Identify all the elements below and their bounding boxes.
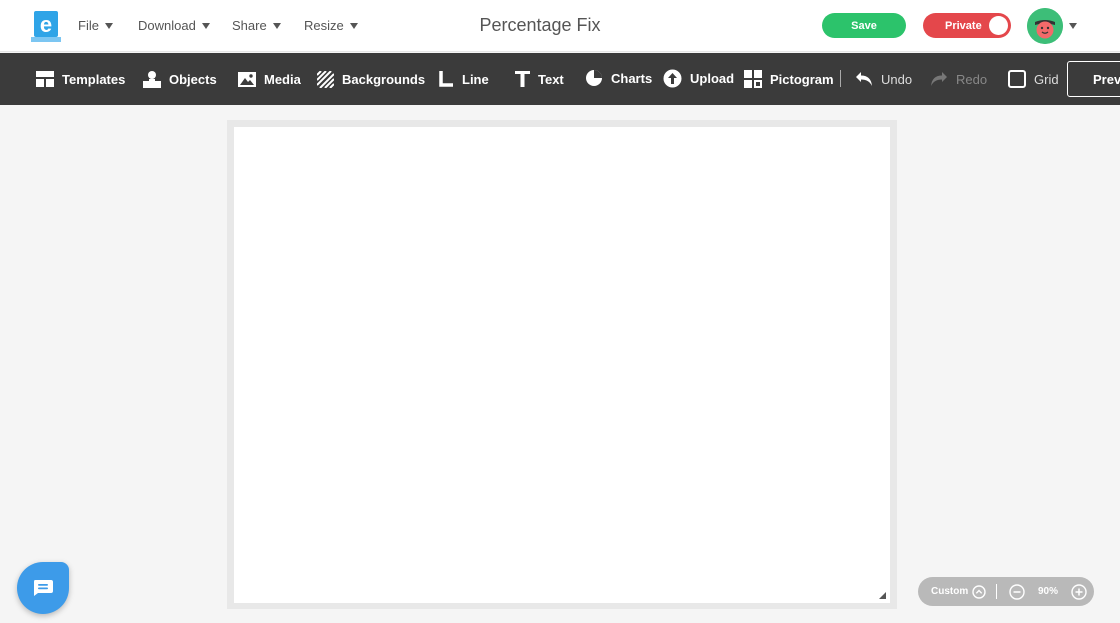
objects-icon <box>143 70 161 88</box>
toggle-knob <box>989 16 1008 35</box>
privacy-toggle[interactable]: Private <box>923 13 1011 38</box>
tool-backgrounds-label: Backgrounds <box>342 71 426 87</box>
zoom-level: 90% <box>1038 586 1059 597</box>
zoom-preset-dropdown[interactable]: Custom <box>931 577 986 606</box>
account-caret-down-icon[interactable] <box>1069 23 1077 29</box>
privacy-toggle-label: Private <box>945 19 982 32</box>
chat-bubble-icon <box>34 580 53 596</box>
caret-down-icon <box>349 22 358 29</box>
text-icon <box>515 71 530 87</box>
tool-upload[interactable]: Upload <box>663 52 734 104</box>
grid-checkbox[interactable] <box>1008 70 1026 88</box>
design-canvas[interactable] <box>234 127 890 603</box>
save-button[interactable]: Save <box>822 13 906 38</box>
top-bar: e File Download Share Resize Percentage … <box>0 0 1120 52</box>
zoom-preset-label: Custom <box>931 586 969 597</box>
chat-button[interactable] <box>17 562 69 614</box>
chevron-up-circle-icon <box>972 584 986 599</box>
tool-text[interactable]: Text <box>515 53 564 105</box>
redo-icon <box>931 72 947 86</box>
tool-pictogram-label: Pictogram <box>770 71 834 87</box>
menu-resize-label: Resize <box>304 18 344 33</box>
menu-download[interactable]: Download <box>138 18 210 33</box>
preview-label: Previ <box>1093 71 1120 87</box>
menu-resize[interactable]: Resize <box>304 18 358 33</box>
menu-share[interactable]: Share <box>232 18 281 33</box>
zoom-out-icon <box>1009 583 1025 600</box>
undo-label: Undo <box>881 71 913 87</box>
backgrounds-stripes-icon <box>317 70 334 88</box>
undo-icon <box>856 72 872 86</box>
toolbar-divider <box>840 70 841 87</box>
tool-media[interactable]: Media <box>238 53 301 105</box>
tool-text-label: Text <box>538 71 564 87</box>
tool-templates-label: Templates <box>62 71 126 87</box>
caret-down-icon <box>272 22 281 29</box>
menu-share-label: Share <box>232 18 267 33</box>
user-avatar[interactable] <box>1027 8 1063 44</box>
grid-label: Grid <box>1034 71 1059 87</box>
tool-media-label: Media <box>264 71 301 87</box>
redo-label: Redo <box>956 71 988 87</box>
tool-objects[interactable]: Objects <box>143 53 217 105</box>
zoom-in-button[interactable] <box>1071 577 1087 606</box>
menu-file-label: File <box>78 18 99 33</box>
tool-backgrounds[interactable]: Backgrounds <box>317 53 425 105</box>
media-image-icon <box>238 71 256 87</box>
pie-chart-icon <box>586 70 602 86</box>
redo-button[interactable]: Redo <box>930 53 987 105</box>
pictogram-icon <box>744 70 762 88</box>
tool-upload-label: Upload <box>690 70 735 86</box>
tool-charts-label: Charts <box>611 70 653 86</box>
app-logo-icon[interactable]: e <box>30 11 62 43</box>
tool-objects-label: Objects <box>169 71 217 87</box>
zoom-out-button[interactable] <box>1009 577 1025 606</box>
zoom-controls: Custom 90% <box>918 577 1094 606</box>
svg-text:e: e <box>40 12 52 37</box>
zoom-divider <box>996 584 997 599</box>
tool-pictogram[interactable]: Pictogram <box>744 53 834 105</box>
undo-button[interactable]: Undo <box>855 53 912 105</box>
menu-file[interactable]: File <box>78 18 113 33</box>
zoom-in-icon <box>1071 583 1087 600</box>
menu-download-label: Download <box>138 18 196 33</box>
avatar-face-icon <box>1027 8 1063 44</box>
upload-icon <box>663 69 682 87</box>
tool-charts[interactable]: Charts <box>585 52 652 104</box>
caret-down-icon <box>104 22 113 29</box>
caret-down-icon <box>201 22 210 29</box>
grid-toggle[interactable]: Grid <box>1008 53 1059 105</box>
templates-icon <box>36 71 54 87</box>
preview-button[interactable]: Previ <box>1067 61 1120 97</box>
document-title[interactable]: Percentage Fix <box>440 15 640 36</box>
tool-line[interactable]: Line <box>438 53 489 105</box>
tool-line-label: Line <box>462 71 489 87</box>
line-icon <box>439 70 453 87</box>
tool-templates[interactable]: Templates <box>36 53 125 105</box>
canvas-resize-handle-icon[interactable] <box>879 592 886 599</box>
